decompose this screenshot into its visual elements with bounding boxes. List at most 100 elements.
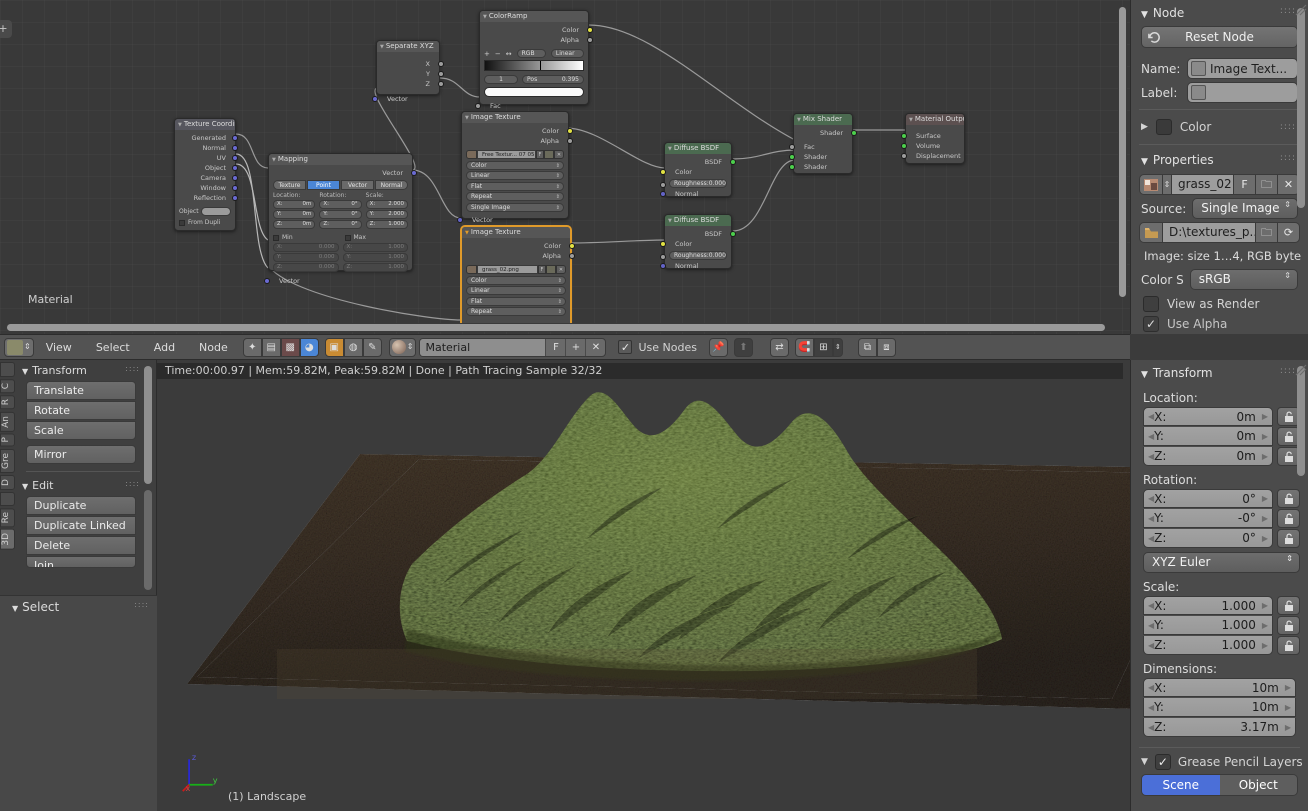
pin-icon[interactable]: 📌 xyxy=(708,337,728,357)
node-mapping[interactable]: ▼ Mapping Vector Texture Point Vector Nor… xyxy=(264,153,417,285)
socket-icon[interactable] xyxy=(232,185,238,191)
right-arrow-icon[interactable]: ▶ xyxy=(1285,723,1291,732)
view-as-render-row[interactable]: View as Render xyxy=(1143,296,1308,312)
node-output-alpha[interactable]: Alpha xyxy=(484,35,593,45)
dimensions-x-field[interactable]: ◀ X: 10m ▶ xyxy=(1143,678,1296,697)
sidebar-tab-relations[interactable]: R xyxy=(0,395,15,410)
collapse-triangle-icon[interactable]: ▼ xyxy=(22,367,28,376)
socket-icon[interactable] xyxy=(660,263,666,269)
checkbox-icon[interactable] xyxy=(273,234,279,241)
node-auto-offset-icon[interactable]: ⇄ xyxy=(769,337,789,357)
scale-x-field[interactable]: ◀ X: 1.000 ▶ xyxy=(1143,596,1273,615)
socket-icon[interactable] xyxy=(372,96,378,102)
collapse-triangle-icon[interactable]: ▼ xyxy=(1141,10,1148,20)
mapping-rotation-z[interactable]: Z: 0° xyxy=(319,220,362,229)
socket-icon[interactable] xyxy=(567,138,573,144)
colorspace-dropdown[interactable]: sRGB ⇕ xyxy=(1189,269,1298,290)
socket-icon[interactable] xyxy=(587,37,593,43)
ramp-pos-field[interactable]: Pos 0.395 xyxy=(522,74,584,84)
node-output-camera[interactable]: Camera xyxy=(179,173,238,183)
fake-user-button[interactable]: F xyxy=(1234,174,1256,195)
mapping-mode-point[interactable]: Point xyxy=(307,180,340,190)
socket-icon[interactable] xyxy=(457,216,463,223)
collapse-triangle-icon[interactable]: ▼ xyxy=(12,604,18,613)
panel-title-grease-pencil[interactable]: ▼ ✓ Grease Pencil Layers xyxy=(1141,754,1308,770)
socket-icon[interactable] xyxy=(851,130,857,136)
socket-icon[interactable] xyxy=(438,81,444,87)
collapse-triangle-icon[interactable]: ▼ xyxy=(797,117,801,123)
collapse-triangle-icon[interactable]: ▼ xyxy=(668,218,672,224)
rotation-y-field[interactable]: ◀ Y: -0° ▶ xyxy=(1143,509,1273,528)
socket-icon[interactable] xyxy=(438,71,444,77)
image-name-field[interactable]: Free Textur... 07 05.jp xyxy=(477,149,536,159)
socket-icon[interactable] xyxy=(730,159,736,165)
node-output-uv[interactable]: UV xyxy=(179,153,238,163)
node-input-displacement[interactable]: Displacement xyxy=(901,151,961,161)
mapping-max-checkbox[interactable]: Max xyxy=(344,234,409,241)
node-output-y[interactable]: Y xyxy=(381,69,444,79)
node-input-shader-1[interactable]: Shader xyxy=(789,152,848,162)
sidebar-tab-create[interactable]: C xyxy=(0,379,15,394)
socket-icon[interactable] xyxy=(730,231,736,237)
diffuse-roughness-field[interactable]: Roughness: 0.000 xyxy=(669,250,727,260)
sidebar-tab-d[interactable]: D xyxy=(0,474,15,490)
mapping-scale-y[interactable]: Y: 2.000 xyxy=(365,210,408,219)
fake-user-button[interactable]: F xyxy=(538,264,546,274)
node-input-shader-2[interactable]: Shader xyxy=(789,162,848,172)
mapping-mode-tabs[interactable]: Texture Point Vector Normal xyxy=(273,180,408,190)
shader-node-editor[interactable]: + ▼Texture Coordinate Generated Normal U… xyxy=(0,0,1130,334)
socket-icon[interactable] xyxy=(789,164,795,170)
right-arrow-icon[interactable]: ▶ xyxy=(1262,412,1268,421)
image-projection-dropdown[interactable]: Flat ⇕ xyxy=(466,296,566,306)
material-name-field-group[interactable]: Material F + ✕ xyxy=(419,337,607,357)
right-arrow-icon[interactable]: ▶ xyxy=(1262,432,1268,441)
shader-type-toggles[interactable]: ▣ ◍ ✎ xyxy=(324,337,382,357)
node-output-x[interactable]: X xyxy=(381,59,444,69)
node-image-texture-1[interactable]: ▼ Image Texture Color Alpha Free Textur..… xyxy=(457,111,573,224)
socket-icon[interactable] xyxy=(901,133,907,139)
node-output-normal[interactable]: Normal xyxy=(179,143,238,153)
object-icon[interactable]: ▣ xyxy=(324,337,344,357)
material-datablock-icon-group[interactable]: ⇕ xyxy=(388,337,417,357)
node-properties-scrollbar[interactable] xyxy=(1297,8,1305,208)
right-arrow-icon[interactable]: ▶ xyxy=(1285,703,1291,712)
socket-icon[interactable] xyxy=(789,154,795,160)
use-alpha-row[interactable]: ✓ Use Alpha xyxy=(1143,316,1308,332)
menu-node[interactable]: Node xyxy=(187,338,240,357)
checkbox-icon[interactable] xyxy=(344,234,351,241)
sidebar-tab-animation[interactable]: An xyxy=(0,411,15,432)
right-arrow-icon[interactable]: ▶ xyxy=(1262,514,1268,523)
location-z-field[interactable]: ◀ Z: 0m ▶ xyxy=(1143,447,1273,466)
object-selector-field[interactable] xyxy=(200,207,231,216)
socket-icon[interactable] xyxy=(660,191,666,197)
node-color-ramp[interactable]: ▼ ColorRamp Color Alpha + − ↔ RGB Linear … xyxy=(475,10,593,110)
scale-button[interactable]: Scale xyxy=(26,421,136,440)
rotate-button[interactable]: Rotate xyxy=(26,401,136,420)
source-dropdown[interactable]: Single Image ⇕ xyxy=(1192,198,1298,219)
image-colorspace-dropdown[interactable]: Color ⇕ xyxy=(466,160,564,170)
node-input-volume[interactable]: Volume xyxy=(901,141,960,151)
socket-icon[interactable] xyxy=(232,145,238,151)
socket-icon[interactable] xyxy=(660,181,666,188)
collapse-triangle-icon[interactable]: ▼ xyxy=(909,117,913,123)
editor-type-selector[interactable]: ⇕ xyxy=(4,337,34,357)
right-arrow-icon[interactable]: ▶ xyxy=(1262,494,1268,503)
ramp-interpolation-dropdown[interactable]: Linear xyxy=(550,49,584,58)
location-y-field[interactable]: ◀ Y: 0m ▶ xyxy=(1143,427,1273,446)
texture-icon[interactable]: ▤ xyxy=(261,337,281,357)
shader-ball-icon[interactable]: ◕ xyxy=(299,337,319,357)
dimensions-y-field[interactable]: ◀ Y: 10m ▶ xyxy=(1143,698,1296,717)
open-image-icon[interactable]: 🗀 xyxy=(1256,174,1278,195)
node-output-reflection[interactable]: Reflection xyxy=(179,193,238,203)
chevron-updown-icon[interactable]: ⇕ xyxy=(1163,174,1172,195)
node-output-color[interactable]: Color xyxy=(484,25,593,35)
tool-shelf-tabs[interactable]: C R An P Gre D Re 3D xyxy=(0,362,16,602)
unlink-icon[interactable]: ✕ xyxy=(554,149,564,159)
delete-button[interactable]: Delete xyxy=(26,536,136,555)
chevron-updown-icon[interactable]: ⇕ xyxy=(832,337,843,357)
tab-scene[interactable]: Scene xyxy=(1142,775,1220,795)
node-label-input[interactable] xyxy=(1187,82,1298,103)
paste-icon[interactable]: ⧈ xyxy=(876,337,896,357)
node-material-output[interactable]: ▼Material Output Surface Volume Displace… xyxy=(901,113,965,164)
node-mix-shader[interactable]: ▼ Mix Shader Shader Fac Shader Shader xyxy=(789,113,857,174)
